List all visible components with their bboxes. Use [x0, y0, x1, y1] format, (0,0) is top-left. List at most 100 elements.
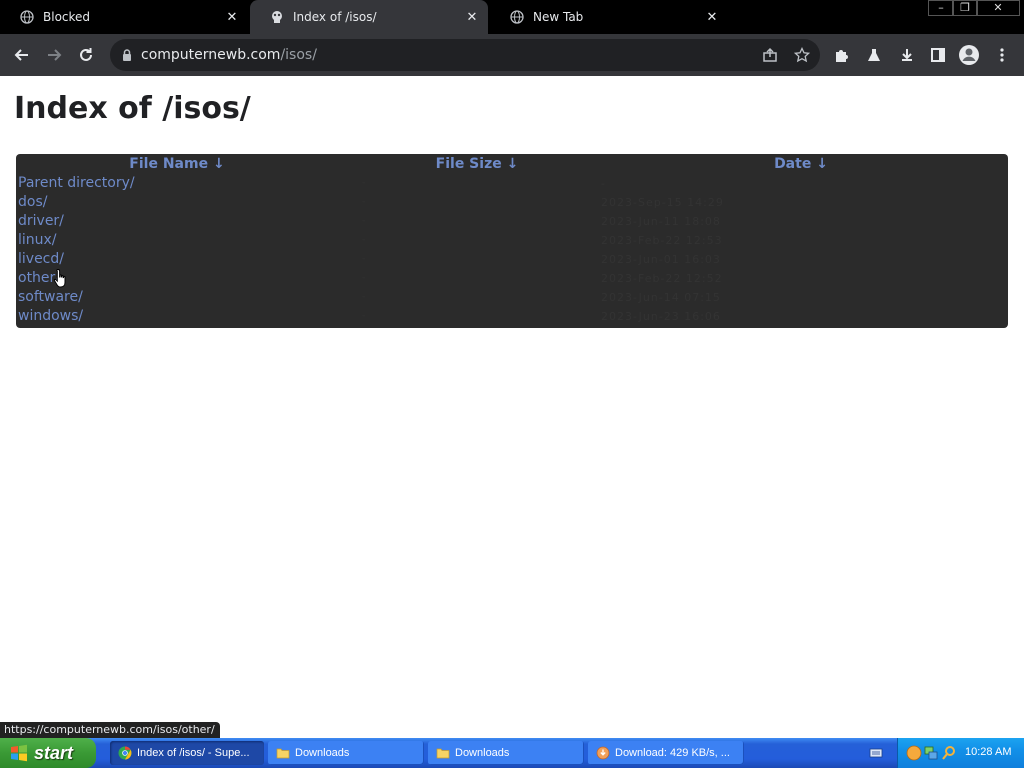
- tab-title: New Tab: [533, 10, 584, 24]
- clock: 10:28 AM: [965, 746, 1012, 758]
- file-date: 2023-Jun-23 16:06: [601, 310, 721, 323]
- taskbar-item-label: Downloads: [295, 747, 350, 759]
- network-icon[interactable]: [924, 745, 938, 761]
- file-link[interactable]: dos/: [18, 193, 47, 212]
- file-date: 2023-Feb-22 12:53: [601, 234, 723, 247]
- side-panel-button[interactable]: [926, 43, 950, 67]
- minimize-button[interactable]: –: [928, 0, 954, 16]
- back-button[interactable]: [10, 43, 34, 67]
- keyboard-icon[interactable]: [869, 747, 883, 759]
- restore-button[interactable]: ❐: [952, 0, 978, 16]
- file-link[interactable]: linux/: [18, 231, 57, 250]
- lock-icon[interactable]: [122, 49, 132, 61]
- folder-icon: [436, 748, 450, 759]
- file-size: -: [362, 254, 366, 264]
- close-window-button[interactable]: ✕: [976, 0, 1020, 16]
- forward-arrow-icon: [48, 49, 62, 61]
- file-date: 2023-Jun-11 18:08: [601, 215, 721, 228]
- tab-close-icon[interactable]: ✕: [224, 10, 240, 25]
- folder-icon: [276, 748, 290, 759]
- globe-icon: [510, 10, 524, 24]
- share-icon: [763, 47, 777, 62]
- search-icon[interactable]: [942, 745, 956, 761]
- file-size: -: [362, 197, 366, 207]
- tab-title: Index of /isos/: [293, 10, 377, 24]
- file-size: -: [362, 216, 366, 226]
- reload-icon: [80, 48, 92, 61]
- taskbar-item-label: Downloads: [455, 747, 510, 759]
- file-size: -: [362, 292, 366, 302]
- table-row: livecd/ - 2023-Jun-01 16:03: [16, 250, 1008, 269]
- tab-blocked[interactable]: Blocked ✕: [0, 0, 248, 34]
- star-icon: [794, 47, 810, 63]
- back-arrow-icon: [14, 49, 28, 61]
- bookmark-button[interactable]: [790, 43, 814, 67]
- tab-strip: Blocked ✕ Index of /isos/ ✕ New Tab ✕ – …: [0, 0, 1024, 34]
- column-header-file-size[interactable]: File Size ↓: [338, 154, 616, 174]
- table-row: other/ - 2023-Feb-22 12:52: [16, 269, 1008, 288]
- globe-icon: [20, 10, 34, 24]
- hand-cursor-icon: [53, 268, 66, 288]
- chrome-icon: [118, 746, 132, 760]
- column-label: File Size: [435, 156, 502, 172]
- puzzle-icon: [836, 50, 848, 62]
- system-tray: 10:28 AM: [897, 738, 1024, 768]
- column-label: Date: [774, 156, 812, 172]
- taskbar-item-downloads[interactable]: Downloads: [428, 741, 584, 765]
- column-header-date[interactable]: Date ↓: [616, 154, 986, 174]
- page-title: Index of /isos/: [14, 91, 251, 126]
- table-row: linux/ - 2023-Feb-22 12:53: [16, 231, 1008, 250]
- taskbar-item-label: Index of /isos/ - Supe...: [137, 747, 250, 759]
- file-link[interactable]: Parent directory/: [18, 174, 135, 193]
- labs-button[interactable]: [862, 43, 886, 67]
- file-size: -: [362, 235, 366, 245]
- start-label: start: [34, 742, 74, 763]
- address-bar[interactable]: computernewb.com/isos/: [110, 39, 820, 71]
- profile-button[interactable]: [957, 43, 981, 67]
- file-size: -: [362, 178, 366, 188]
- extensions-button[interactable]: [830, 43, 854, 67]
- more-vertical-icon: [1000, 48, 1004, 62]
- tab-new-tab[interactable]: New Tab ✕: [490, 0, 728, 34]
- share-button[interactable]: [758, 43, 782, 67]
- table-row: software/ - 2023-Jun-14 07:15: [16, 288, 1008, 307]
- table-row: dos/ - 2023-Sep-15 14:29: [16, 193, 1008, 212]
- file-link[interactable]: driver/: [18, 212, 64, 231]
- download-icon: [902, 49, 912, 61]
- taskbar-item-label: Download: 429 KB/s, ...: [615, 747, 730, 759]
- url-path: /isos/: [280, 47, 317, 63]
- table-row: driver/ - 2023-Jun-11 18:08: [16, 212, 1008, 231]
- table-row: windows/ - 2023-Jun-23 16:06: [16, 307, 1008, 326]
- sort-arrow-icon: ↓: [212, 156, 225, 172]
- file-date: 2023-Jun-01 16:03: [601, 253, 721, 266]
- taskbar-item-chrome[interactable]: Index of /isos/ - Supe...: [110, 741, 264, 765]
- file-link[interactable]: windows/: [18, 307, 83, 326]
- taskbar-item-download-progress[interactable]: Download: 429 KB/s, ...: [588, 741, 744, 765]
- file-listing-table: File Name ↓ File Size ↓ Date ↓ Parent di…: [16, 154, 1008, 328]
- file-link[interactable]: livecd/: [18, 250, 64, 269]
- windows-flag-icon: [11, 744, 27, 762]
- file-date: 2023-Sep-15 14:29: [601, 196, 724, 209]
- tab-close-icon[interactable]: ✕: [464, 10, 480, 25]
- side-panel-icon: [931, 48, 945, 62]
- file-link[interactable]: software/: [18, 288, 83, 307]
- taskbar-item-downloads[interactable]: Downloads: [268, 741, 424, 765]
- taskbar: start Index of /isos/ - Supe... Download…: [0, 738, 1024, 768]
- table-row: Parent directory/ - -: [16, 174, 1008, 193]
- url-text[interactable]: computernewb.com/isos/: [141, 47, 317, 63]
- start-button[interactable]: start: [0, 738, 96, 768]
- site-logo-icon: [272, 11, 282, 23]
- menu-button[interactable]: [990, 43, 1014, 67]
- column-header-file-name[interactable]: File Name ↓: [16, 154, 338, 174]
- tab-index-of-isos[interactable]: Index of /isos/ ✕: [250, 0, 488, 34]
- tab-title: Blocked: [43, 10, 91, 24]
- avatar-icon: [959, 45, 979, 65]
- reload-button[interactable]: [74, 43, 98, 67]
- sort-arrow-icon: ↓: [506, 156, 519, 172]
- url-host: computernewb.com: [141, 47, 281, 63]
- tab-close-icon[interactable]: ✕: [704, 10, 720, 25]
- downloads-button[interactable]: [895, 43, 919, 67]
- forward-button[interactable]: [42, 43, 66, 67]
- tray-app-icon[interactable]: [906, 745, 922, 761]
- file-date: 2023-Jun-14 07:15: [601, 291, 721, 304]
